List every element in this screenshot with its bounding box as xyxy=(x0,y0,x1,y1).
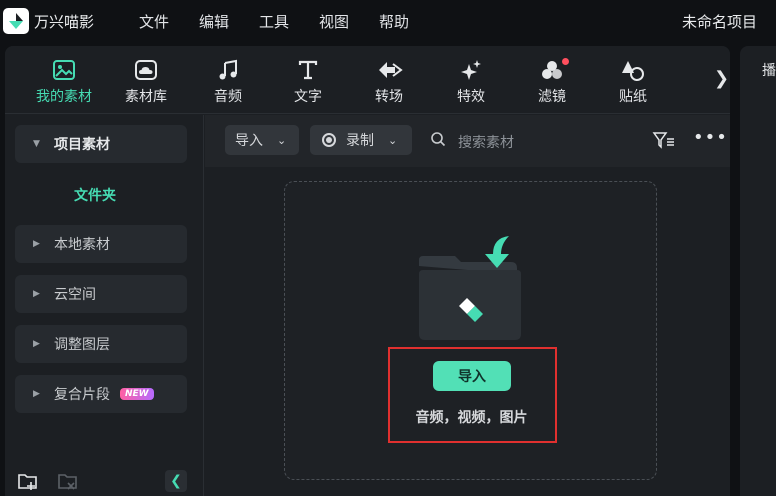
caret-right-icon: ▶ xyxy=(33,239,40,249)
add-folder-icon[interactable] xyxy=(17,471,39,495)
notification-dot xyxy=(562,58,569,65)
tab-label: 转场 xyxy=(375,89,403,105)
music-note-icon xyxy=(189,56,267,84)
menu-edit[interactable]: 编辑 xyxy=(199,11,229,32)
tab-text[interactable]: 文字 xyxy=(269,56,347,110)
sidebar-item-label: 云空间 xyxy=(54,287,96,303)
tab-label: 特效 xyxy=(457,89,485,105)
chevron-down-icon: ⌄ xyxy=(388,133,398,147)
tab-stickers[interactable]: 贴纸 xyxy=(594,56,672,110)
media-toolbar: 我的素材 素材库 音频 文字 转场 特效 滤镜 贴纸 ❯ xyxy=(5,46,730,114)
player-panel: 播 xyxy=(740,46,776,496)
tab-transition[interactable]: 转场 xyxy=(350,56,428,110)
sticker-icon xyxy=(594,56,672,84)
tab-audio[interactable]: 音频 xyxy=(189,56,267,110)
caret-down-icon: ▼ xyxy=(33,139,40,149)
sidebar-item-label: 本地素材 xyxy=(54,237,110,253)
more-options-icon[interactable]: ••• xyxy=(693,127,728,148)
sidebar-item-local-media[interactable]: ▶ 本地素材 xyxy=(15,225,187,263)
record-dropdown-label: 录制 xyxy=(346,133,374,149)
filter-circles-icon xyxy=(513,56,591,84)
collapse-sidebar-button[interactable]: ❮ xyxy=(165,470,187,492)
sidebar-item-cloud[interactable]: ▶ 云空间 xyxy=(15,275,187,313)
record-icon xyxy=(322,133,336,147)
sidebar-item-project-media[interactable]: ▼ 项目素材 xyxy=(15,125,187,163)
caret-right-icon: ▶ xyxy=(33,339,40,349)
sidebar-item-label: 调整图层 xyxy=(54,337,110,353)
caret-right-icon: ▶ xyxy=(33,389,40,399)
text-t-icon xyxy=(269,56,347,84)
sparkle-star-icon xyxy=(432,56,510,84)
title-bar: 万兴喵影 文件 编辑 工具 视图 帮助 未命名项目 xyxy=(0,0,776,42)
tab-label: 素材库 xyxy=(125,89,167,105)
sidebar-folder[interactable]: 文件夹 xyxy=(74,185,116,205)
sidebar: ▼ 项目素材 文件夹 ▶ 本地素材 ▶ 云空间 ▶ 调整图层 ▶ 复合片段 NE… xyxy=(5,115,204,496)
tab-player[interactable]: 播 xyxy=(762,60,776,80)
remove-folder-icon[interactable] xyxy=(57,471,79,495)
highlight-box xyxy=(388,347,557,443)
transition-arrows-icon xyxy=(350,56,428,84)
app-logo-icon xyxy=(3,8,29,34)
search-input[interactable]: 搜索素材 xyxy=(458,132,514,152)
chevron-down-icon: ⌄ xyxy=(277,133,287,147)
app-name: 万兴喵影 xyxy=(34,13,95,31)
new-badge: NEW xyxy=(120,388,154,400)
tab-my-media[interactable]: 我的素材 xyxy=(25,56,103,110)
search-icon xyxy=(430,131,446,151)
menu-tools[interactable]: 工具 xyxy=(259,11,289,32)
import-dropzone[interactable]: 导入 音频，视频，图片 xyxy=(284,181,657,480)
media-panel: 我的素材 素材库 音频 文字 转场 特效 滤镜 贴纸 ❯ ▼ 项目素材 文件夹 … xyxy=(5,46,730,496)
import-folder-icon xyxy=(415,234,525,348)
tab-label: 贴纸 xyxy=(619,89,647,105)
tab-label: 音频 xyxy=(214,89,242,105)
sidebar-item-compound-clip[interactable]: ▶ 复合片段 NEW xyxy=(15,375,187,413)
tab-effects[interactable]: 特效 xyxy=(432,56,510,110)
tab-filters[interactable]: 滤镜 xyxy=(513,56,591,110)
media-content: 导入 ⌄ 录制 ⌄ 搜索素材 ••• 导入 音频，视频，图片 xyxy=(205,115,730,496)
cloud-library-icon xyxy=(107,56,185,84)
tab-label: 滤镜 xyxy=(538,89,566,105)
filter-icon[interactable] xyxy=(652,130,676,154)
import-dropdown-label: 导入 xyxy=(235,133,263,149)
menu-view[interactable]: 视图 xyxy=(319,11,349,32)
import-dropdown[interactable]: 导入 ⌄ xyxy=(225,125,299,155)
record-dropdown[interactable]: 录制 ⌄ xyxy=(310,125,412,155)
tab-label: 我的素材 xyxy=(36,89,92,105)
chevron-right-icon[interactable]: ❯ xyxy=(714,68,729,89)
my-media-icon xyxy=(25,56,103,84)
tab-label: 文字 xyxy=(294,89,322,105)
caret-right-icon: ▶ xyxy=(33,289,40,299)
sidebar-item-adjustment-layer[interactable]: ▶ 调整图层 xyxy=(15,325,187,363)
filter-bar: 导入 ⌄ 录制 ⌄ 搜索素材 ••• xyxy=(205,115,730,167)
tab-media-library[interactable]: 素材库 xyxy=(107,56,185,110)
project-title: 未命名项目 xyxy=(681,13,757,31)
menu-file[interactable]: 文件 xyxy=(139,11,169,32)
sidebar-item-label: 复合片段 xyxy=(54,387,110,403)
menu-help[interactable]: 帮助 xyxy=(379,11,409,32)
sidebar-item-label: 项目素材 xyxy=(54,137,110,153)
